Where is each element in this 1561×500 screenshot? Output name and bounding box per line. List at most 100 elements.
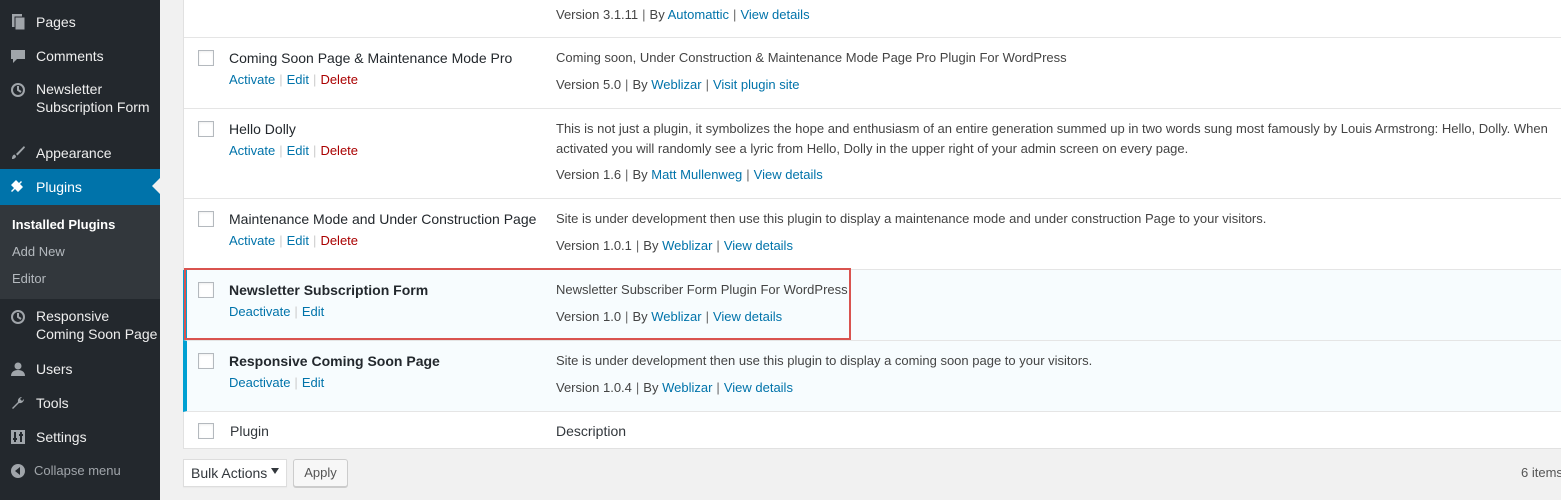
plugin-description: This is not just a plugin, it symbolizes… [556,121,1548,156]
active-arrow [152,178,160,194]
collapse-menu-label: Collapse menu [34,463,121,478]
apply-button[interactable]: Apply [293,459,348,487]
by-text: By [649,7,665,22]
view-details-link[interactable]: View details [724,238,793,253]
sidebar-item-comments[interactable]: Comments [0,46,160,66]
by-text: By [632,167,648,182]
bulk-actions-select[interactable]: Bulk Actions [183,459,287,487]
by-text: By [643,238,659,253]
table-row: Hello Dolly Activate | Edit | Delete This is… [184,109,1561,199]
version-text: Version 5.0 [556,77,622,92]
row-checkbox[interactable] [198,211,214,227]
column-description-header: Description [556,423,627,439]
collapse-menu-button[interactable]: Collapse menu [0,462,160,482]
by-text: By [632,77,648,92]
author-link[interactable]: Weblizar [651,309,701,324]
plugin-name: Hello Dolly [229,121,296,137]
sidebar-item-appearance[interactable]: Appearance [0,143,160,163]
plugin-description: Newsletter Subscriber Form Plugin For Wo… [556,282,848,297]
author-link[interactable]: Weblizar [651,77,701,92]
version-text: Version 3.1.11 [556,7,639,22]
plugin-name: Maintenance Mode and Under Construction … [229,211,537,227]
deactivate-link[interactable]: Deactivate [229,375,290,390]
author-link[interactable]: Matt Mullenweg [651,167,742,182]
row-actions: Activate | Edit | Delete [229,233,359,248]
users-icon [9,360,27,378]
edit-link[interactable]: Edit [287,72,309,87]
table-row: Coming Soon Page & Maintenance Mode Pro … [184,38,1561,109]
plugin-version-line: Version 1.0.1 | By Weblizar | View details [556,238,793,253]
settings-icon [9,428,27,446]
wrench-icon [9,394,27,412]
plugins-table: Version 3.1.11 | By Automattic | View detail… [183,0,1561,449]
plugin-name: Coming Soon Page & Maintenance Mode Pro [229,50,513,66]
by-text: By [643,380,659,395]
sidebar-item-tools[interactable]: Tools [0,393,160,413]
plugin-version-line: Version 3.1.11 | By Automattic | View detail… [556,7,810,22]
submenu-installed-plugins[interactable]: Installed Plugins [12,216,115,234]
column-plugin-header[interactable]: Plugin [230,423,269,439]
edit-link[interactable]: Edit [302,375,324,390]
activate-link[interactable]: Activate [229,143,275,158]
row-checkbox[interactable] [198,50,214,66]
edit-link[interactable]: Edit [287,233,309,248]
sidebar-item-settings[interactable]: Settings [0,427,160,447]
view-details-link[interactable]: View details [740,7,809,22]
table-row: Version 3.1.11 | By Automattic | View detail… [184,0,1561,38]
submenu-add-new[interactable]: Add New [12,243,65,261]
sidebar-item-label: Appearance [36,145,112,161]
edit-link[interactable]: Edit [287,143,309,158]
history-icon [9,308,27,326]
edit-link[interactable]: Edit [302,304,324,319]
version-text: Version 1.0 [556,309,622,324]
author-link[interactable]: Weblizar [662,238,712,253]
sidebar-item-users[interactable]: Users [0,359,160,379]
plugin-version-line: Version 5.0 | By Weblizar | Visit plugin sit… [556,77,800,92]
view-details-link[interactable]: View details [713,309,782,324]
row-checkbox[interactable] [198,282,214,298]
sidebar-item-label: Settings [36,429,87,445]
sidebar-item-label: Users [36,361,73,377]
chevron-down-icon [271,468,279,474]
plugin-description: Coming soon, Under Construction & Mainte… [556,50,1067,65]
items-count: 6 items [1521,465,1561,480]
version-text: Version 1.6 [556,167,622,182]
sidebar-item-responsive-coming-soon[interactable]: Responsive Coming Soon Page [0,307,160,347]
version-text: Version 1.0.1 [556,238,632,253]
sidebar-item-label: Tools [36,395,69,411]
version-text: Version 1.0.4 [556,380,632,395]
author-link[interactable]: Weblizar [662,380,712,395]
row-checkbox[interactable] [198,353,214,369]
sidebar-item-newsletter[interactable]: Newsletter Subscription Form [0,80,160,120]
submenu-editor[interactable]: Editor [12,270,46,288]
by-text: By [632,309,648,324]
plugin-version-line: Version 1.0 | By Weblizar | View details [556,309,783,324]
table-row: Maintenance Mode and Under Construction … [184,199,1561,270]
sidebar-item-pages[interactable]: Pages [0,12,160,32]
table-row-active: Responsive Coming Soon Page Deactivate | E… [183,341,1561,412]
activate-link[interactable]: Activate [229,72,275,87]
delete-link[interactable]: Delete [320,143,358,158]
visit-plugin-site-link[interactable]: Visit plugin site [713,77,799,92]
sidebar-item-plugins[interactable]: Plugins [0,169,160,205]
deactivate-link[interactable]: Deactivate [229,304,290,319]
activate-link[interactable]: Activate [229,233,275,248]
sidebar-item-label: Pages [36,14,76,30]
author-link[interactable]: Automattic [668,7,729,22]
select-all-checkbox[interactable] [198,423,214,439]
plugin-icon [9,178,27,196]
view-details-link[interactable]: View details [754,167,823,182]
row-actions: Activate | Edit | Delete [229,143,359,158]
row-checkbox[interactable] [198,121,214,137]
sidebar-item-label: Responsive Coming Soon Page [36,308,158,342]
plugin-name: Newsletter Subscription Form [229,282,429,298]
delete-link[interactable]: Delete [320,72,358,87]
bulk-actions-label: Bulk Actions [191,465,268,481]
view-details-link[interactable]: View details [724,380,793,395]
pages-icon [9,13,27,31]
delete-link[interactable]: Delete [320,233,358,248]
row-actions: Deactivate | Edit [229,375,325,390]
sidebar-item-label: Plugins [36,179,82,195]
table-row-active: Newsletter Subscription Form Deactivate |… [183,270,1561,341]
row-actions: Activate | Edit | Delete [229,72,359,87]
